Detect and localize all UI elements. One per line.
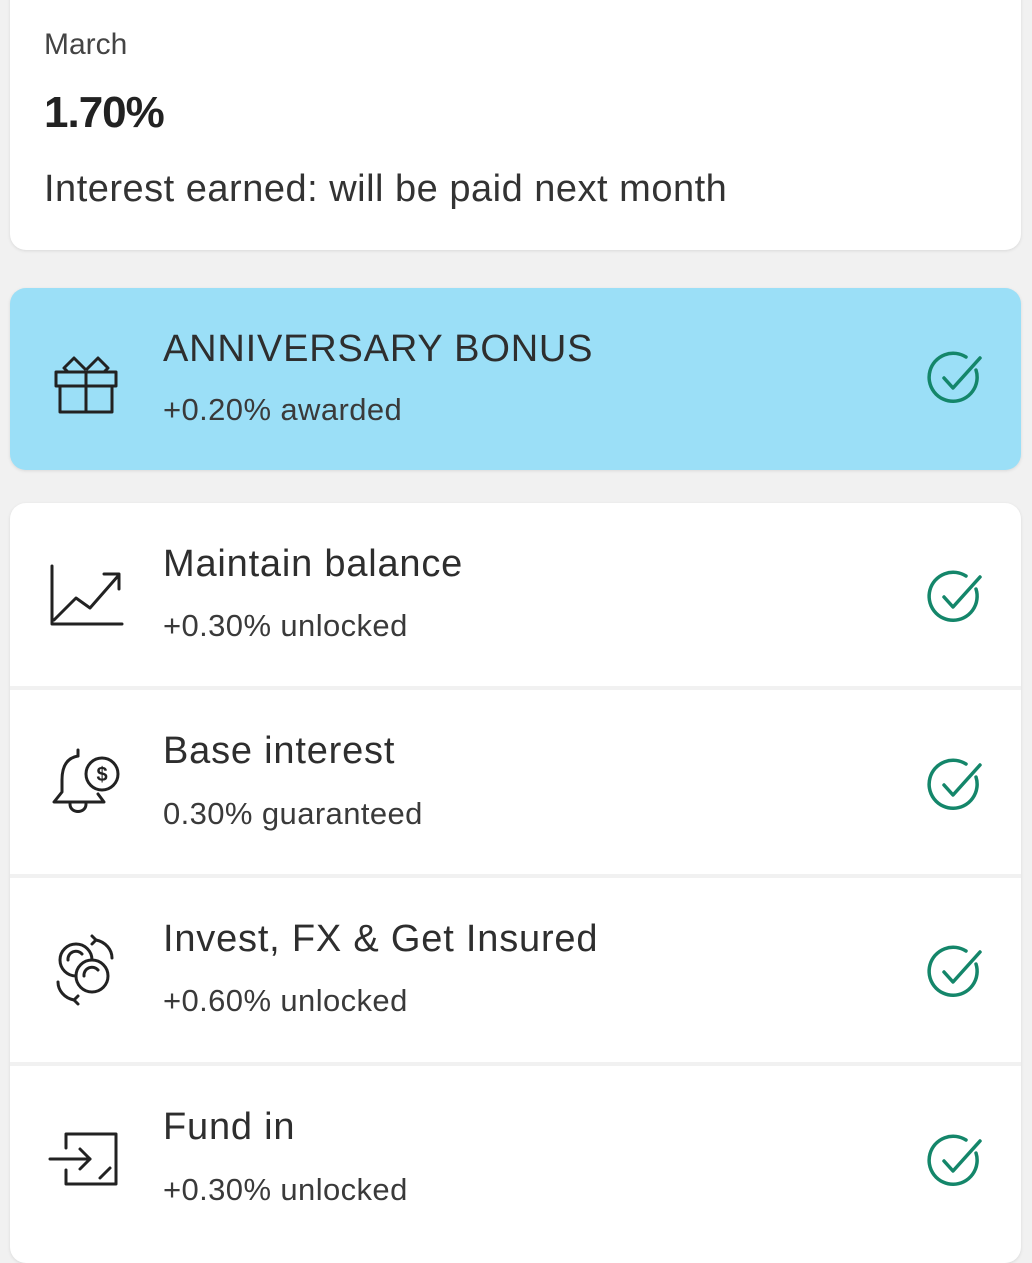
interest-rate: 1.70% — [44, 88, 165, 137]
svg-text:$: $ — [96, 764, 107, 786]
check-circle-icon — [927, 1134, 982, 1186]
interest-summary-card: March 1.70% Interest earned: will be pai… — [10, 0, 1021, 250]
check-circle-icon — [927, 758, 982, 810]
list-item-title: Maintain balance — [163, 543, 464, 585]
list-item-maintain-balance[interactable]: Maintain balance +0.30% unlocked — [10, 503, 1021, 686]
list-item-subtitle: +0.30% unlocked — [163, 1172, 408, 1207]
check-circle-icon — [927, 945, 982, 997]
list-item-base-interest[interactable]: $ Base interest 0.30% guaranteed — [10, 690, 1021, 874]
bell-dollar-icon: $ — [52, 748, 120, 813]
list-item-subtitle: +0.60% unlocked — [163, 983, 408, 1018]
check-circle-icon — [927, 570, 982, 622]
interest-tiers-list: Maintain balance +0.30% unlocked $ Base … — [10, 503, 1021, 1263]
gift-icon — [54, 356, 118, 414]
anniversary-bonus-card[interactable]: ANNIVERSARY BONUS +0.20% awarded — [10, 288, 1021, 470]
list-item-subtitle: +0.30% unlocked — [163, 608, 408, 643]
list-item-title: Invest, FX & Get Insured — [163, 918, 599, 960]
trend-up-icon — [50, 564, 124, 626]
list-item-title: Base interest — [163, 730, 396, 772]
coins-exchange-icon — [56, 934, 114, 1006]
check-circle-icon — [927, 351, 982, 403]
bonus-title: ANNIVERSARY BONUS — [163, 328, 594, 370]
interest-note: Interest earned: will be paid next month — [44, 168, 728, 210]
list-item-fund-in[interactable]: Fund in +0.30% unlocked — [10, 1066, 1021, 1263]
bonus-subtitle: +0.20% awarded — [163, 392, 403, 427]
list-item-invest-fx-insured[interactable]: Invest, FX & Get Insured +0.60% unlocked — [10, 878, 1021, 1062]
fund-in-icon — [48, 1132, 118, 1186]
list-item-title: Fund in — [163, 1106, 296, 1148]
month-label: March — [44, 28, 128, 61]
list-item-subtitle: 0.30% guaranteed — [163, 796, 423, 831]
